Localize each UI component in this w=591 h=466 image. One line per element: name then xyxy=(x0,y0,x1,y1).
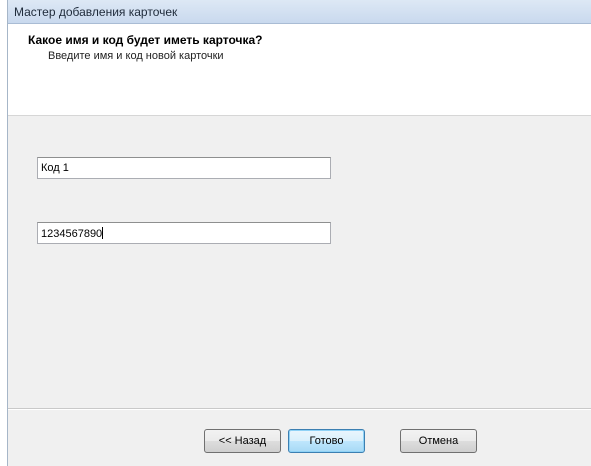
cancel-button[interactable]: Отмена xyxy=(400,429,477,453)
footer-divider xyxy=(8,408,591,410)
window-title: Мастер добавления карточек xyxy=(14,5,178,19)
back-button[interactable]: << Назад xyxy=(204,429,281,453)
wizard-window: Мастер добавления карточек Код 1 1234567… xyxy=(7,0,591,466)
text-cursor xyxy=(102,227,104,239)
done-button[interactable]: Готово xyxy=(288,429,365,453)
page-subheading: Введите имя и код новой карточки xyxy=(48,50,224,62)
title-bar[interactable]: Мастер добавления карточек xyxy=(8,0,591,24)
card-code-value: 1234567890 xyxy=(41,228,103,240)
card-name-value: Код 1 xyxy=(41,162,69,174)
card-name-field[interactable]: Код 1 xyxy=(37,157,331,179)
card-code-field[interactable]: 1234567890 xyxy=(37,222,331,244)
page-heading: Какое имя и код будет иметь карточка? xyxy=(28,33,263,47)
